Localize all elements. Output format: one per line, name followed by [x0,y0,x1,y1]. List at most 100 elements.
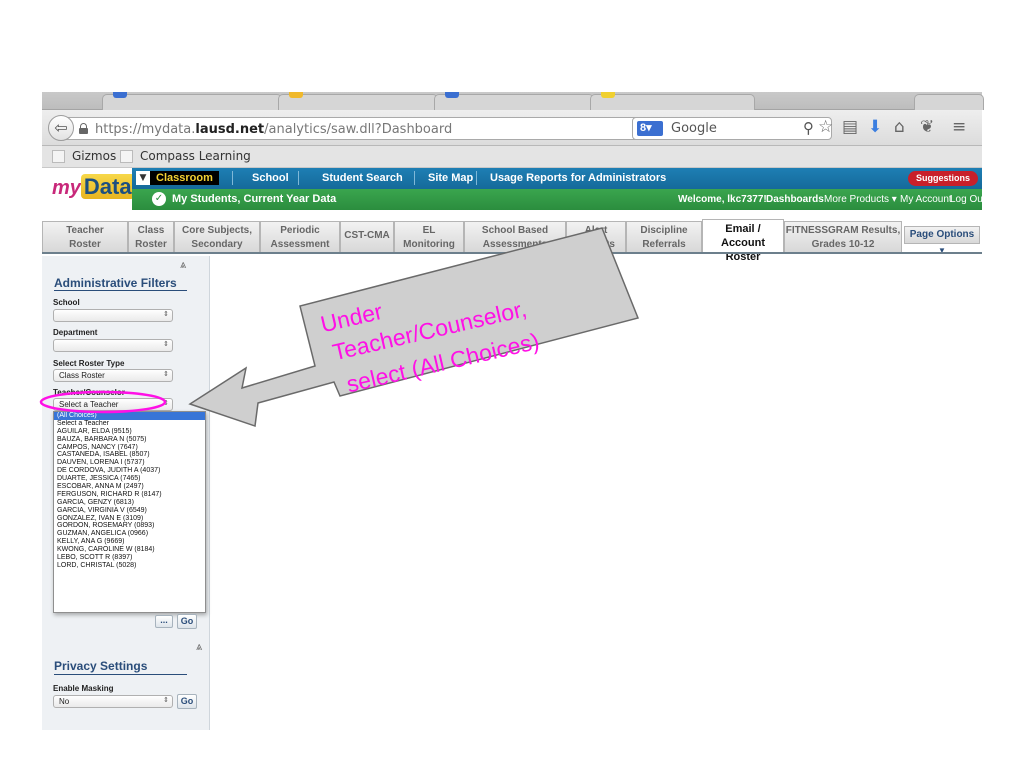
department-select[interactable]: ⇕ [53,339,173,352]
tab-favicon-icon [601,92,615,98]
select-arrows-icon: ⇕ [163,310,169,318]
back-button[interactable]: ⇦ [48,115,74,141]
bookmark-star-icon[interactable]: ☆ [818,117,833,137]
tab-email-account-roster[interactable]: Email / Account Roster [702,219,784,263]
tab-core-subjects[interactable]: Core Subjects, Secondary [174,221,260,253]
tab-favicon-icon [445,92,459,98]
chevron-down-icon[interactable]: ▼ [136,171,150,185]
collapse-icon[interactable]: ⩓ [196,640,202,654]
dropdown-option[interactable]: KWONG, CAROLINE W (8184) [54,546,205,554]
teacher-counselor-select[interactable]: Select a Teacher ⇕ [53,398,173,411]
reading-list-icon[interactable]: ▤ [842,117,858,137]
masking-select[interactable]: No ⇕ [53,695,173,708]
nav-school[interactable]: School [252,172,289,184]
school-select[interactable]: ⇕ [53,309,173,322]
dropdown-option[interactable]: DUARTE, JESSICA (7465) [54,475,205,483]
dropdown-option[interactable]: LEBO, SCOTT R (8397) [54,554,205,562]
tab-class-roster[interactable]: Class Roster [128,221,174,253]
mydata-logo[interactable]: my Data [52,174,135,200]
administrative-filters-title: Administrative Filters [54,276,177,290]
check-icon: ✓ [152,192,166,206]
dashboards-link[interactable]: Dashboards [766,194,824,205]
log-out-link[interactable]: Log Out [950,194,986,205]
dropdown-option[interactable]: BAUZA, BARBARA N (5075) [54,436,205,444]
search-engine-label: Google [671,121,717,136]
dropdown-option[interactable]: GONZALEZ, IVAN E (3109) [54,515,205,523]
dropdown-option[interactable]: ESCOBAR, ANNA M (2497) [54,483,205,491]
google-icon: 8▾ [637,121,663,136]
dropdown-option[interactable]: Select a Teacher [54,420,205,428]
back-arrow-icon: ⇦ [54,118,68,137]
select-arrows-icon: ⇕ [163,399,169,407]
dropdown-option[interactable]: DE CORDOVA, JUDITH A (4037) [54,467,205,475]
dropdown-option[interactable]: KELLY, ANA G (9669) [54,538,205,546]
section-divider [54,290,187,291]
bookmark-compass-learning[interactable]: Compass Learning [120,149,251,163]
report-tabs: Teacher Roster Class Roster Core Subject… [42,218,982,263]
browser-tab[interactable] [278,92,438,110]
more-products-menu[interactable]: More Products ▾ [824,194,897,205]
tab-cst-cma[interactable]: CST-CMA [340,221,394,253]
nav-site-map[interactable]: Site Map [428,172,473,184]
filter-go-button[interactable]: Go [177,614,197,629]
roster-type-label: Select Roster Type [53,359,125,368]
teacher-counselor-label: Teacher/Counselor [53,388,125,397]
dropdown-option[interactable]: CAMPOS, NANCY (7647) [54,444,205,452]
privacy-go-button[interactable]: Go [177,694,197,709]
dropdown-option[interactable]: GARCIA, VIRGINIA V (6549) [54,507,205,515]
nav-classroom[interactable]: Classroom [150,171,219,185]
page-options-button[interactable]: Page Options ▼ [904,226,980,255]
section-divider [54,674,187,675]
dropdown-option[interactable]: FERGUSON, RICHARD R (8147) [54,491,205,499]
screenshot-stage: https://mydata.lausd.net/analytics/saw.d… [0,0,1024,768]
browser-nav-bar: https://mydata.lausd.net/analytics/saw.d… [42,110,982,146]
url-bar[interactable]: https://mydata.lausd.net/analytics/saw.d… [64,117,684,140]
tab-el-monitoring[interactable]: EL Monitoring [394,221,464,253]
bookmark-gizmos[interactable]: Gizmos [52,149,116,163]
browser-tab-strip [42,92,984,110]
tab-favicon-icon [289,92,303,98]
browse-button[interactable]: ... [155,615,173,628]
my-account-link[interactable]: My Account [900,194,952,205]
bookmark-page-icon [120,150,133,163]
browser-tab[interactable] [102,92,282,110]
home-icon[interactable]: ⌂ [894,117,905,137]
subnav-title: My Students, Current Year Data [172,193,337,205]
nav-usage-reports[interactable]: Usage Reports for Administrators [490,172,666,184]
tab-teacher-roster[interactable]: Teacher Roster [42,221,128,253]
bookmarks-bar: Gizmos Compass Learning [42,146,982,168]
dropdown-option[interactable]: GARCIA, GENZY (6813) [54,499,205,507]
dropdown-option[interactable]: AGUILAR, ELDA (9515) [54,428,205,436]
tab-school-based-assessments[interactable]: School Based Assessments [464,221,566,253]
search-icon[interactable]: ⚲ [803,119,814,137]
dropdown-option[interactable]: DAUVEN, LORENA I (5737) [54,459,205,467]
select-arrows-icon: ⇕ [163,696,169,704]
department-label: Department [53,328,98,337]
collapse-icon[interactable]: ⩓ [180,258,186,272]
lock-icon [79,123,88,134]
dropdown-option[interactable]: CASTANEDA, ISABEL (8507) [54,451,205,459]
search-bar[interactable]: 8▾ Google ⚲ [632,117,832,140]
dropdown-option[interactable]: (All Choices) [54,412,205,420]
teacher-dropdown-list[interactable]: (All Choices) Select a Teacher AGUILAR, … [53,411,206,613]
browser-tab[interactable] [590,92,755,110]
top-navigation: ▼ Classroom School Student Search Site M… [132,168,982,189]
tab-favicon-icon [113,92,127,98]
tab-fitnessgram[interactable]: FITNESSGRAM Results, Grades 10-12 [784,221,902,253]
tab-alert-reports[interactable]: Alert Reports [566,221,626,253]
tab-periodic-assessment[interactable]: Periodic Assessment [260,221,340,253]
menu-icon[interactable]: ≡ [952,117,966,137]
tab-discipline-referrals[interactable]: Discipline Referrals [626,221,702,253]
nav-student-search[interactable]: Student Search [322,172,403,184]
suggestions-button[interactable]: Suggestions [907,171,978,186]
select-arrows-icon: ⇕ [163,340,169,348]
dropdown-option[interactable]: LORD, CHRISTAL (5028) [54,562,205,570]
dropdown-option[interactable]: GORDON, ROSEMARY (0893) [54,522,205,530]
dropdown-option[interactable]: GUZMAN, ANGELICA (0966) [54,530,205,538]
extension-icon[interactable]: ❦ [920,117,934,137]
browser-tab[interactable] [434,92,594,110]
roster-type-select[interactable]: Class Roster ⇕ [53,369,173,382]
download-icon[interactable]: ⬇ [868,117,882,137]
enable-masking-label: Enable Masking [53,684,114,693]
new-tab-button[interactable] [914,94,984,110]
